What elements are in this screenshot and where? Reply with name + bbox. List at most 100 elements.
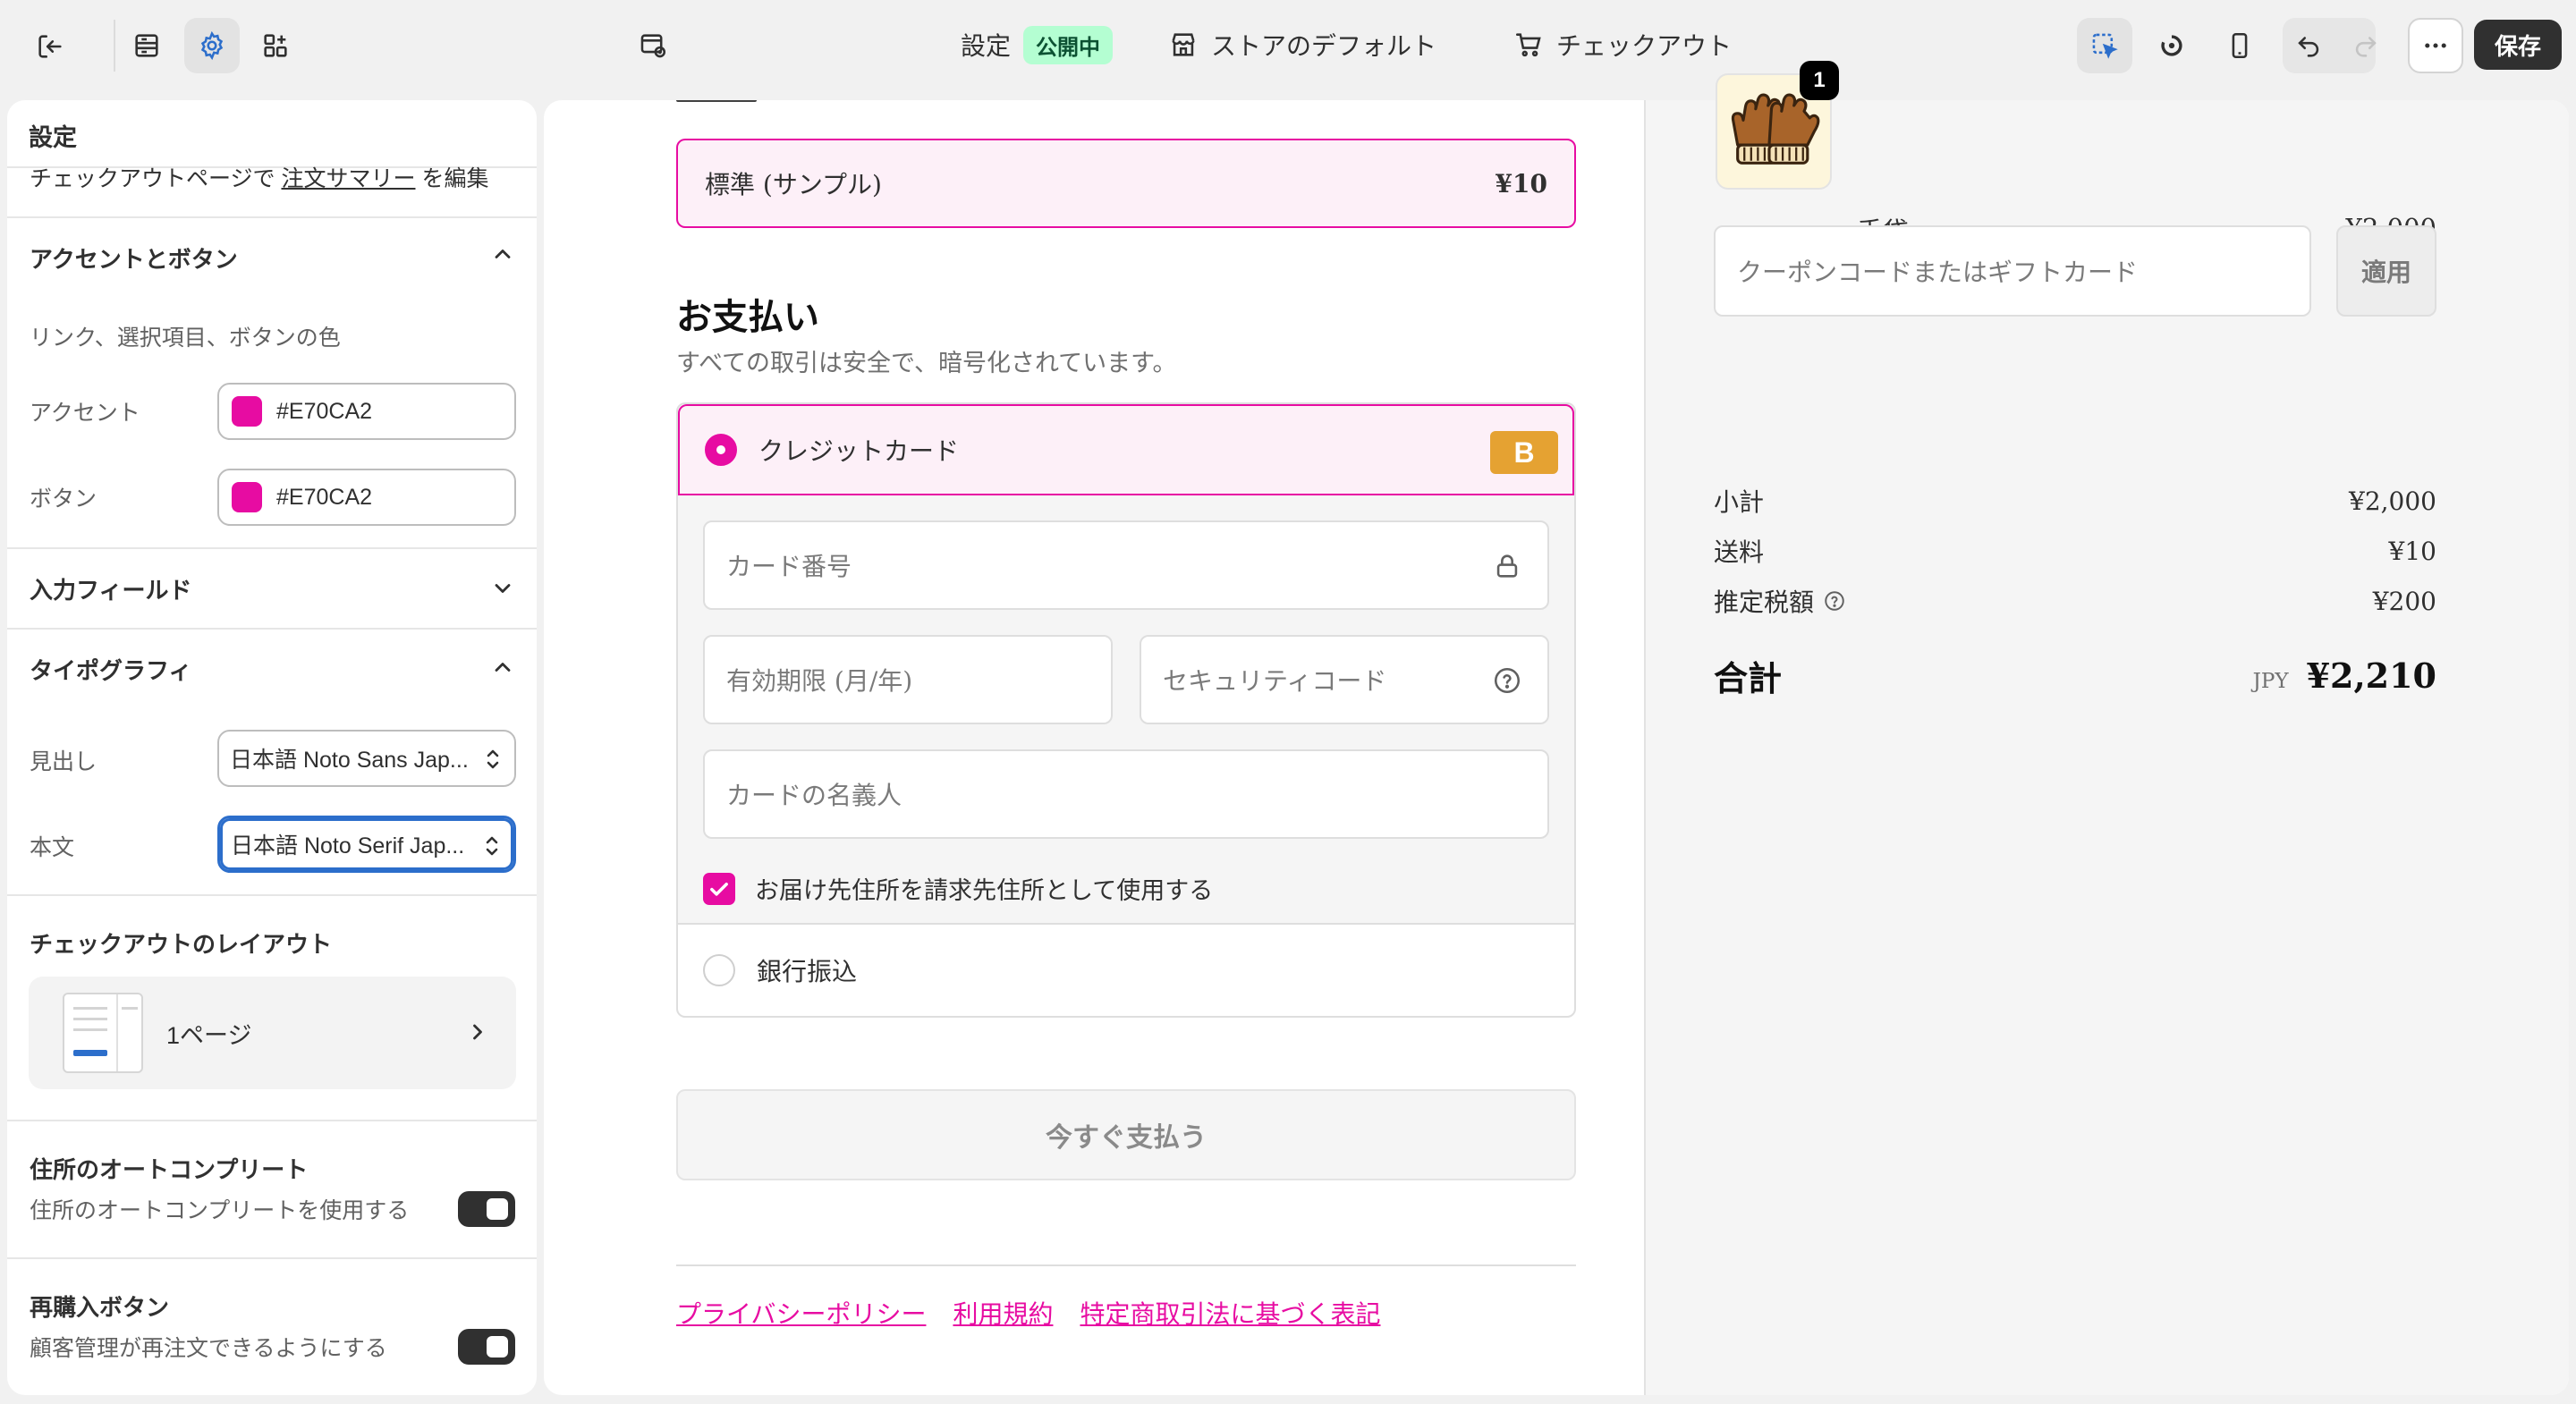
apps-button[interactable] xyxy=(254,20,297,72)
select-arrows-icon xyxy=(486,836,498,856)
sections-button[interactable] xyxy=(125,20,168,72)
store-preview-button[interactable] xyxy=(630,21,676,70)
billing-same-label: お届け先住所を請求先住所として使用する xyxy=(755,877,1214,905)
sidebar-title: 設定 xyxy=(29,124,77,151)
card-number-placeholder: カード番号 xyxy=(726,552,852,581)
button-color-field[interactable]: #E70CA2 xyxy=(217,469,516,526)
store-selector[interactable]: ストアのデフォルト xyxy=(1168,25,1436,64)
subtotal-value: ¥2,000 xyxy=(2349,486,2436,516)
expiry-placeholder: 有効期限 (月/年) xyxy=(726,666,913,696)
checkmark-icon xyxy=(710,882,728,896)
billing-same-as-shipping[interactable]: お届け先住所を請求先住所として使用する xyxy=(703,871,1213,906)
mobile-view-button[interactable] xyxy=(2218,23,2261,68)
more-actions-button[interactable] xyxy=(2408,18,2463,73)
redo-button[interactable] xyxy=(2345,23,2386,68)
save-button[interactable]: 保存 xyxy=(2474,20,2562,70)
settings-button[interactable] xyxy=(184,18,240,73)
payment-subtitle: すべての取引は安全で、暗号化されています。 xyxy=(676,350,1177,377)
divider xyxy=(7,628,537,630)
payment-methods: クレジットカード B カード番号 有効期限 (月/年) セキュリティコード カー… xyxy=(676,402,1576,1018)
billing-same-checkbox[interactable] xyxy=(703,872,735,905)
body-font-value: 日本語 Noto Serif Jap... xyxy=(231,833,465,858)
order-summary-edit-prefix: チェックアウトページで xyxy=(30,166,275,191)
accent-section-header[interactable]: アクセントとボタン xyxy=(30,241,238,275)
undo-button[interactable] xyxy=(2288,23,2329,68)
chevron-down-icon[interactable] xyxy=(490,576,515,601)
layout-option-card[interactable]: 1ページ xyxy=(29,977,516,1089)
button-color-swatch[interactable] xyxy=(232,482,262,512)
cart-icon xyxy=(1515,33,1541,57)
body-font-select[interactable]: 日本語 Noto Serif Jap... xyxy=(217,816,516,873)
checkout-main-column: 標準 (サンプル) ¥10 お支払い すべての取引は安全で、暗号化されています。… xyxy=(544,100,1646,1395)
chevron-up-icon[interactable] xyxy=(490,655,515,680)
divider xyxy=(7,1120,537,1121)
button-color-label: ボタン xyxy=(30,486,97,512)
checkout-layout-title: チェックアウトのレイアウト xyxy=(30,931,333,958)
store-selector-label: ストアのデフォルト xyxy=(1211,32,1437,60)
input-fields-section-header[interactable]: 入力フィールド xyxy=(30,572,191,605)
footer-links: プライバシーポリシー 利用規約 特定商取引法に基づく表記 xyxy=(676,1295,1380,1331)
store-icon xyxy=(1172,33,1195,56)
chevron-up-icon[interactable] xyxy=(490,241,515,266)
exit-button[interactable] xyxy=(29,27,72,66)
accent-color-swatch[interactable] xyxy=(232,396,262,427)
credit-card-label: クレジットカード xyxy=(758,436,960,466)
storefront-link-icon xyxy=(640,34,666,58)
help-circle-icon[interactable] xyxy=(1492,665,1522,696)
terms-of-service-link[interactable]: 利用規約 xyxy=(953,1295,1053,1331)
refresh-button[interactable] xyxy=(2150,23,2193,68)
page-selector-label: チェックアウト xyxy=(1556,32,1733,60)
footer-divider xyxy=(676,1264,1576,1266)
reorder-button-toggle[interactable] xyxy=(458,1329,515,1365)
sections-icon xyxy=(135,34,158,57)
shipping-row: 送料 ¥10 xyxy=(1714,533,2436,569)
exit-icon xyxy=(38,35,62,58)
accent-color-label: アクセント xyxy=(30,401,140,426)
accent-color-value: #E70CA2 xyxy=(276,398,373,424)
privacy-policy-link[interactable]: プライバシーポリシー xyxy=(676,1295,926,1331)
reorder-button-description: 顧客管理が再注文できるようにする xyxy=(30,1336,387,1361)
tax-value: ¥200 xyxy=(2372,586,2436,616)
mobile-icon xyxy=(2232,32,2248,59)
credit-card-fields: カード番号 有効期限 (月/年) セキュリティコード カードの名義人 お届け先住… xyxy=(678,495,1574,925)
body-font-label: 本文 xyxy=(30,835,75,860)
settings-label: 設定 xyxy=(961,32,1012,60)
typography-section-header[interactable]: タイポグラフィ xyxy=(30,653,191,686)
cardholder-name-input[interactable]: カードの名義人 xyxy=(703,749,1549,839)
help-circle-icon[interactable] xyxy=(1823,589,1846,613)
pay-now-button[interactable]: 今すぐ支払う xyxy=(676,1089,1576,1180)
tax-label: 推定税額 xyxy=(1714,588,1815,617)
page-selector[interactable]: チェックアウト xyxy=(1513,25,1732,64)
divider xyxy=(7,894,537,896)
apps-icon xyxy=(264,34,287,57)
heading-font-value: 日本語 Noto Sans Jap... xyxy=(230,748,469,773)
security-code-input[interactable]: セキュリティコード xyxy=(1140,635,1549,724)
redo-icon xyxy=(2355,37,2377,57)
divider xyxy=(7,1257,537,1259)
reorder-button-title: 再購入ボタン xyxy=(30,1294,170,1321)
chevron-right-icon xyxy=(473,1024,482,1040)
heading-font-select[interactable]: 日本語 Noto Sans Jap... xyxy=(217,730,516,787)
theme-settings-status: 設定 公開中 xyxy=(961,25,1114,64)
legal-notice-link[interactable]: 特定商取引法に基づく表記 xyxy=(1080,1295,1380,1331)
heading-font-label: 見出し xyxy=(30,749,97,774)
shipping-option-standard[interactable]: 標準 (サンプル) ¥10 xyxy=(676,139,1576,228)
top-bar: 設定 公開中 ストアのデフォルト チェックアウト 保存 xyxy=(0,0,2576,93)
address-autocomplete-toggle[interactable] xyxy=(458,1191,515,1227)
bank-transfer-option[interactable]: 銀行振込 xyxy=(678,925,1574,1016)
bank-transfer-radio[interactable] xyxy=(703,954,735,986)
inspector-button[interactable] xyxy=(2077,18,2132,73)
card-number-input[interactable]: カード番号 xyxy=(703,520,1549,610)
expiry-input[interactable]: 有効期限 (月/年) xyxy=(703,635,1113,724)
more-horizontal-icon xyxy=(2425,43,2446,48)
credit-card-radio[interactable] xyxy=(705,434,737,466)
credit-card-option[interactable]: クレジットカード B xyxy=(678,404,1574,495)
order-summary-link[interactable]: 注文サマリー xyxy=(281,166,415,191)
apply-coupon-button[interactable]: 適用 xyxy=(2336,225,2436,317)
settings-sidebar: 設定 チェックアウトページで 注文サマリー を編集 アクセントとボタン リンク、… xyxy=(7,100,537,1395)
coupon-input[interactable]: クーポンコードまたはギフトカード xyxy=(1714,225,2311,317)
subtotal-label: 小計 xyxy=(1714,487,1765,517)
address-autocomplete-description: 住所のオートコンプリートを使用する xyxy=(30,1198,410,1223)
tax-row: 推定税額 ¥200 xyxy=(1714,583,2436,619)
accent-color-field[interactable]: #E70CA2 xyxy=(217,383,516,440)
